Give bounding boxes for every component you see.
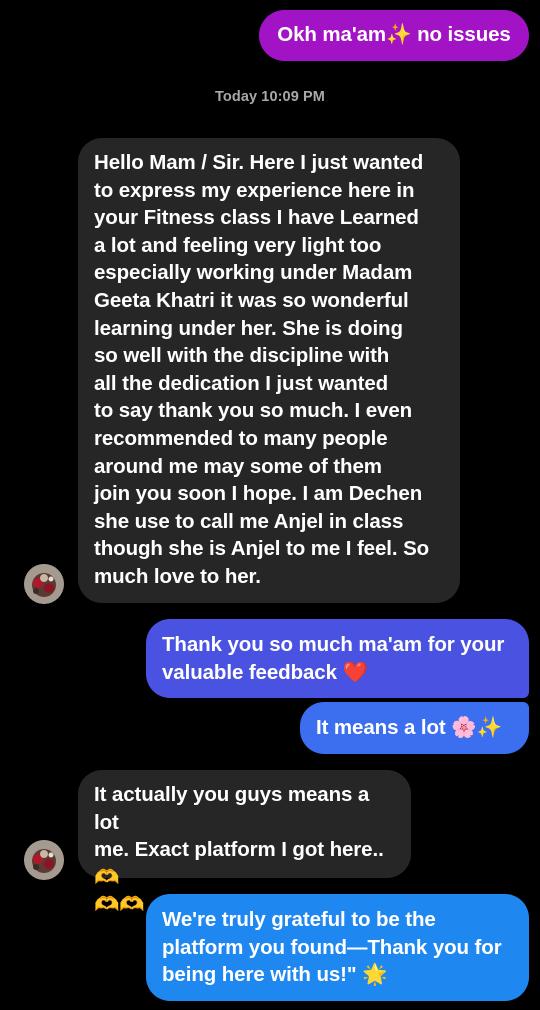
contact-avatar[interactable] — [24, 564, 64, 604]
message-bubble-outgoing[interactable]: It means a lot 🌸✨ — [300, 702, 529, 754]
message-bubble-outgoing[interactable]: Thank you so much ma'am for your valuabl… — [146, 619, 529, 698]
message-bubble-outgoing[interactable]: Okh ma'am✨ no issues — [259, 10, 529, 61]
avatar-image — [24, 564, 64, 604]
avatar-image — [24, 840, 64, 880]
message-bubble-incoming[interactable]: Hello Mam / Sir. Here I just wanted to e… — [78, 138, 460, 603]
timestamp: Today 10:09 PM — [215, 89, 325, 105]
message-bubble-incoming[interactable]: It actually you guys means a lot me. Exa… — [78, 770, 411, 916]
message-bubble-outgoing[interactable]: We're truly grateful to be the platform … — [146, 894, 529, 1001]
contact-avatar[interactable] — [24, 840, 64, 880]
